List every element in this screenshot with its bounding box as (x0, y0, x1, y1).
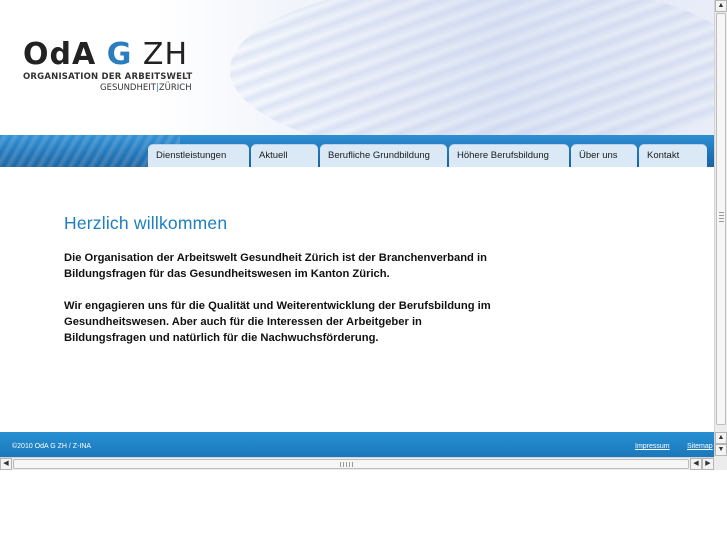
sitemap-link[interactable]: Sitemap (687, 443, 713, 450)
nav-tab-aktuell[interactable]: Aktuell (251, 144, 318, 167)
footer: ©2010 OdA G ZH / Z-INA Impressum Sitemap (0, 432, 714, 457)
logo-gesundheit: GESUNDHEIT (100, 83, 156, 93)
header: OdA G ZH ORGANISATION DER ARBEITSWELT GE… (0, 0, 714, 138)
scroll-up-button[interactable]: ▲ (715, 0, 727, 12)
logo-tagline-2: GESUNDHEIT|ZÜRICH (100, 83, 192, 93)
grip-icon (340, 462, 354, 467)
logo-zuerich: ZÜRICH (158, 83, 192, 93)
header-decoration (230, 0, 714, 138)
arrow-up-icon: ▲ (717, 2, 725, 9)
mission-paragraph: Wir engagieren uns für die Qualität und … (64, 300, 491, 344)
nav-tab-hoehere-berufsbildung[interactable]: Höhere Berufsbildung (449, 144, 569, 167)
scroll-left-button[interactable]: ◀ (0, 458, 12, 470)
vertical-scrollbar[interactable]: ▲ ▲ ▼ (714, 0, 727, 457)
logo-tagline-1: ORGANISATION DER ARBEITSWELT (23, 72, 193, 82)
page-viewport: OdA G ZH ORGANISATION DER ARBEITSWELT GE… (0, 0, 714, 457)
main-content: Herzlich willkommen Die Organisation der… (64, 213, 524, 362)
vertical-scroll-thumb[interactable] (716, 13, 726, 425)
grip-icon (719, 212, 724, 222)
footer-copyright: ©2010 OdA G ZH / Z-INA (12, 443, 92, 450)
impressum-link[interactable]: Impressum (635, 443, 670, 450)
scroll-right-button[interactable]: ▶ (702, 458, 714, 470)
nav-tab-ueber-uns[interactable]: Über uns (571, 144, 637, 167)
arrow-right-icon: ▶ (705, 460, 711, 467)
arrow-left-icon: ◀ (3, 460, 9, 467)
horizontal-scroll-thumb[interactable] (13, 459, 689, 469)
horizontal-scrollbar[interactable]: ◀ ◀ ▶ (0, 457, 714, 470)
scroll-up-button-lower[interactable]: ▲ (715, 432, 727, 444)
arrow-up-icon: ▲ (717, 434, 725, 441)
page-title: Herzlich willkommen (64, 213, 228, 233)
scroll-left-button-right[interactable]: ◀ (690, 458, 702, 470)
logo-zh: ZH (142, 37, 189, 72)
logo-g: G (106, 37, 133, 72)
intro-paragraph: Die Organisation der Arbeitswelt Gesundh… (64, 252, 487, 280)
nav-tab-dienstleistungen[interactable]: Dienstleistungen (148, 144, 249, 167)
main-navigation: Dienstleistungen Aktuell Berufliche Grun… (148, 144, 707, 167)
logo-wordmark: OdA G ZH (23, 40, 192, 70)
nav-tab-kontakt[interactable]: Kontakt (639, 144, 707, 167)
arrow-left-icon: ◀ (693, 460, 699, 467)
nav-tab-berufliche-grundbildung[interactable]: Berufliche Grundbildung (320, 144, 447, 167)
scrollbar-corner (714, 457, 727, 470)
scroll-down-button[interactable]: ▼ (715, 444, 727, 456)
arrow-down-icon: ▼ (717, 446, 725, 453)
logo[interactable]: OdA G ZH ORGANISATION DER ARBEITSWELT GE… (23, 40, 193, 94)
logo-oda: OdA (23, 37, 97, 72)
